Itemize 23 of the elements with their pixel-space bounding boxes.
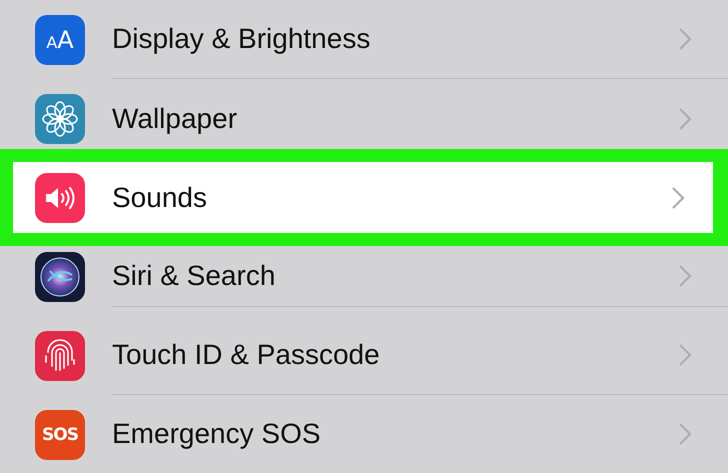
row-label: Touch ID & Passcode [112,339,381,371]
row-label: Siri & Search [112,260,276,292]
chevron-icon [678,422,692,446]
chevron-icon [678,106,692,130]
settings-row[interactable]: SOS Emergency SOS [0,395,728,473]
icon-letters: AA [46,26,74,54]
speaker-icon [43,184,77,210]
chevron-icon [678,343,692,367]
chevron-icon [678,264,692,288]
row-label: Sounds [112,182,208,214]
fingerprint-icon [43,338,77,374]
icon-letters: SOS [42,424,78,444]
row-label: Emergency SOS [112,418,322,450]
settings-row[interactable]: Siri & Search [0,246,728,316]
settings-row[interactable]: AA Display & Brightness [0,0,728,79]
chevron-icon [678,27,692,51]
row-label: Display & Brightness [112,23,372,55]
row-label: Wallpaper [112,102,238,134]
settings-row[interactable]: Touch ID & Passcode [0,316,728,395]
chevron-icon [671,186,685,210]
settings-row[interactable]: Wallpaper [0,79,728,149]
flower-icon [42,100,78,136]
settings-row[interactable]: Sounds [0,149,728,246]
